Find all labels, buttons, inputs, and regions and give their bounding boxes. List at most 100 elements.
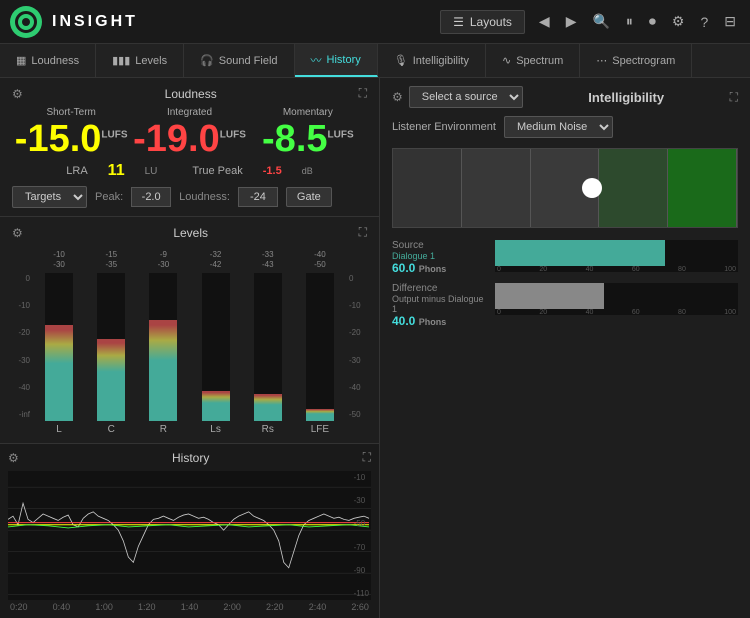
level-bar-container-rs bbox=[254, 273, 282, 421]
level-label-ls: Ls bbox=[210, 424, 221, 435]
history-time-labels: 0:20 0:40 1:00 1:20 1:40 2:00 2:20 2:40 … bbox=[8, 602, 371, 612]
levels-scale-right: 0 -10 -20 -30 -40 -50 bbox=[347, 246, 367, 435]
level-peak-rms-c: -15 -35 bbox=[105, 250, 117, 271]
level-bar-fill-rs bbox=[254, 394, 282, 421]
level-peak-rms-ls: -32 -42 bbox=[210, 250, 222, 271]
loudness-gear-icon[interactable]: ⚙ bbox=[12, 87, 23, 101]
difference-scale: 0 20 40 60 80 100 bbox=[495, 309, 738, 315]
integrated-value: -19.0LUFS bbox=[130, 120, 248, 158]
minimize-button[interactable]: ⊟ bbox=[720, 9, 740, 34]
source-value: 60.0 Phons bbox=[392, 261, 487, 275]
search-button[interactable]: 🔍 bbox=[588, 9, 613, 34]
level-bar-fill-c bbox=[97, 339, 125, 421]
level-peak-rms-l: -10 -30 bbox=[53, 250, 65, 271]
difference-label: Difference bbox=[392, 283, 487, 294]
level-bar-container-c bbox=[97, 273, 125, 421]
gate-button[interactable]: Gate bbox=[286, 187, 332, 207]
history-title: History bbox=[19, 451, 363, 465]
tab-spectrogram[interactable]: ⋯ Spectrogram bbox=[580, 44, 692, 77]
targets-select[interactable]: Targets bbox=[12, 186, 87, 208]
tab-history[interactable]: 〰 History bbox=[295, 44, 378, 77]
history-svg bbox=[8, 471, 371, 600]
difference-meter-row: Difference Output minus Dialogue 1 40.0 … bbox=[392, 283, 738, 328]
source-meter-info: Source Dialogue 1 60.0 Phons bbox=[392, 240, 487, 275]
level-bar-container-r bbox=[149, 273, 177, 421]
level-bar-fill-lfe bbox=[306, 409, 334, 421]
history-right-scale: -10 -30 -50 -70 -90 -110 bbox=[354, 471, 369, 600]
momentary-cell: Momentary -8.5LUFS bbox=[249, 107, 367, 158]
integrated-label: Integrated bbox=[130, 107, 248, 118]
loudness-grid: Short-Term -15.0LUFS Integrated -19.0LUF… bbox=[12, 107, 367, 158]
source-meter-row: Source Dialogue 1 60.0 Phons 0 20 40 60 … bbox=[392, 240, 738, 275]
peak-input[interactable] bbox=[131, 187, 171, 207]
layouts-icon: ☰ bbox=[453, 15, 464, 29]
record-button[interactable]: ⏺ bbox=[645, 9, 660, 34]
difference-meter-info: Difference Output minus Dialogue 1 40.0 … bbox=[392, 283, 487, 328]
history-section: ⚙ History ⛶ bbox=[0, 443, 379, 618]
sti-good bbox=[599, 149, 668, 227]
sti-excellent bbox=[668, 149, 737, 227]
tab-sound-field[interactable]: 🎧 Sound Field bbox=[184, 44, 294, 77]
tab-intelligibility-label: Intelligibility bbox=[413, 55, 469, 67]
level-bar-container-ls bbox=[202, 273, 230, 421]
tab-loudness-label: Loudness bbox=[31, 55, 79, 67]
true-peak-label: True Peak bbox=[192, 165, 242, 177]
sti-meter bbox=[392, 148, 738, 228]
pause-button[interactable]: ⏸ bbox=[622, 9, 637, 34]
tab-spectrum[interactable]: ∿ Spectrum bbox=[486, 44, 580, 77]
tab-loudness[interactable]: ▦ Loudness bbox=[0, 44, 96, 77]
listener-env-label: Listener Environment bbox=[392, 121, 496, 133]
tab-levels[interactable]: ▮▮▮ Levels bbox=[96, 44, 184, 77]
source-label: Source bbox=[392, 240, 487, 251]
levels-content: 0 -10 -20 -30 -40 -inf -10 -30L-15 -35C-… bbox=[12, 246, 367, 435]
level-channel-lfe: -40 -50LFE bbox=[295, 250, 345, 435]
momentary-value: -8.5LUFS bbox=[249, 120, 367, 158]
level-peak-rms-rs: -33 -43 bbox=[262, 250, 274, 271]
peak-label: Peak: bbox=[95, 191, 123, 203]
listener-env-row: Listener Environment Medium Noise bbox=[392, 116, 738, 138]
headphones-icon: 🎧 bbox=[200, 54, 214, 67]
loudness-expand-icon[interactable]: ⛶ bbox=[359, 86, 367, 101]
level-label-lfe: LFE bbox=[311, 424, 329, 435]
level-label-c: C bbox=[108, 424, 115, 435]
tab-bar: ▦ Loudness ▮▮▮ Levels 🎧 Sound Field 〰 Hi… bbox=[0, 44, 750, 78]
loudness-label-tgt: Loudness: bbox=[179, 191, 230, 203]
settings-button[interactable]: ⚙ bbox=[668, 9, 689, 34]
levels-channels-grid: -10 -30 L -15 -35 C -9 -30 R -32 -42 Ls -33 -43 R… bbox=[34, 250, 345, 435]
level-bar-container-lfe bbox=[306, 273, 334, 421]
source-select-row: ⚙ Select a source bbox=[392, 86, 523, 108]
lra-row: LRA 11 LU True Peak -1.5 dB bbox=[12, 162, 367, 180]
level-label-rs: Rs bbox=[262, 424, 274, 435]
loudness-section-header: ⚙ Loudness ⛶ bbox=[12, 86, 367, 101]
level-peak-rms-r: -9 -30 bbox=[158, 250, 170, 271]
layouts-button[interactable]: ☰ Layouts bbox=[440, 10, 525, 34]
waveform-icon: 〰 bbox=[311, 52, 322, 68]
short-term-label: Short-Term bbox=[12, 107, 130, 118]
levels-scale-column: 0 -10 -20 -30 -40 -inf bbox=[12, 246, 32, 435]
spectrogram-icon: ⋯ bbox=[596, 54, 607, 67]
intel-expand-icon[interactable]: ⛶ bbox=[730, 90, 738, 105]
levels-gear-icon[interactable]: ⚙ bbox=[12, 226, 23, 240]
levels-title: Levels bbox=[23, 226, 359, 240]
source-select[interactable]: Select a source bbox=[409, 86, 523, 108]
help-button[interactable]: ? bbox=[696, 10, 712, 34]
tab-intelligibility[interactable]: 🎙 Intelligibility bbox=[378, 44, 486, 77]
level-label-r: R bbox=[160, 424, 167, 435]
source-scale: 0 20 40 60 80 100 bbox=[495, 266, 738, 272]
intelligibility-section: ⚙ Select a source Intelligibility ⛶ List… bbox=[380, 78, 750, 618]
short-term-cell: Short-Term -15.0LUFS bbox=[12, 107, 130, 158]
listener-env-select[interactable]: Medium Noise bbox=[504, 116, 613, 138]
nav-prev-button[interactable]: ◀ bbox=[535, 9, 554, 34]
intel-gear-icon[interactable]: ⚙ bbox=[392, 90, 403, 104]
loudness-input[interactable] bbox=[238, 187, 278, 207]
difference-value: 40.0 Phons bbox=[392, 314, 487, 328]
level-bar-fill-ls bbox=[202, 391, 230, 421]
nav-next-button[interactable]: ▶ bbox=[562, 9, 581, 34]
levels-expand-icon[interactable]: ⛶ bbox=[359, 225, 367, 240]
loudness-section: ⚙ Loudness ⛶ Short-Term -15.0LUFS Integr… bbox=[0, 78, 379, 217]
level-label-l: L bbox=[56, 424, 62, 435]
short-term-value: -15.0LUFS bbox=[12, 120, 130, 158]
levels-section-header: ⚙ Levels ⛶ bbox=[12, 225, 367, 240]
history-expand-icon[interactable]: ⛶ bbox=[363, 450, 371, 465]
history-gear-icon[interactable]: ⚙ bbox=[8, 451, 19, 465]
